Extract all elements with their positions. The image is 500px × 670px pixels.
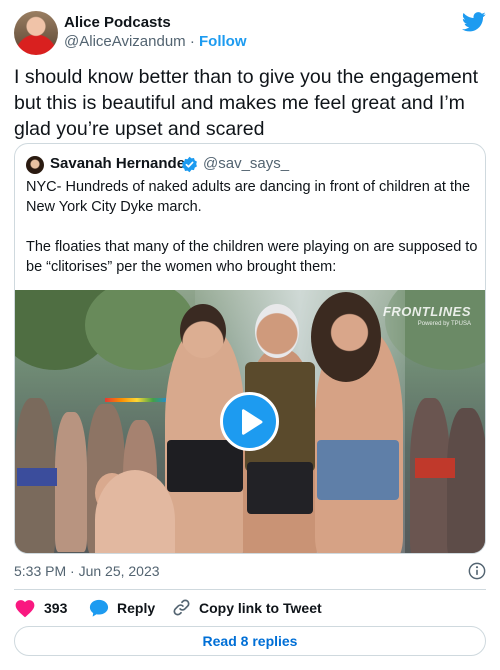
quoted-text-paragraph-2: The floaties that many of the children w… xyxy=(26,239,478,275)
author-name[interactable]: Alice Podcasts xyxy=(64,14,171,31)
read-replies-button[interactable]: Read 8 replies xyxy=(14,626,486,656)
embedded-tweet-card: Alice Podcasts @AliceAvizandum · Follow … xyxy=(0,0,500,670)
action-bar: 393 Reply Copy link to Tweet xyxy=(14,598,486,620)
crowd-clothing xyxy=(415,458,455,478)
divider xyxy=(14,589,486,590)
crowd-clothing xyxy=(17,468,57,486)
likes-count: 393 xyxy=(44,600,68,616)
info-icon[interactable] xyxy=(468,562,486,580)
tweet-timestamp[interactable]: 5:33 PM · Jun 25, 2023 xyxy=(14,563,160,579)
figure-left-head xyxy=(180,304,226,358)
quoted-author-avatar[interactable] xyxy=(26,156,44,174)
figure-left-shorts xyxy=(167,440,243,492)
author-handle[interactable]: @AliceAvizandum xyxy=(64,33,186,50)
quoted-text-paragraph-1: NYC- Hundreds of naked adults are dancin… xyxy=(26,179,471,215)
quoted-text: NYC- Hundreds of naked adults are dancin… xyxy=(26,177,478,277)
link-icon xyxy=(173,599,190,616)
watermark: FRONTLINES Powered by TPUSA xyxy=(383,304,471,327)
crowd-person xyxy=(447,408,485,553)
like-button[interactable]: 393 xyxy=(14,598,67,618)
tweet-text: I should know better than to give you th… xyxy=(14,66,478,140)
reply-label: Reply xyxy=(117,600,156,616)
crowd-person xyxy=(55,412,87,552)
watermark-title: FRONTLINES xyxy=(382,304,471,319)
verified-badge-icon xyxy=(182,156,197,173)
quoted-tweet[interactable]: Savanah Hernandez @sav_says_ NYC- Hundre… xyxy=(14,143,486,554)
separator-dot: · xyxy=(189,33,195,50)
watermark-subtitle: Powered by TPUSA xyxy=(417,321,471,327)
copy-link-button[interactable]: Copy link to Tweet xyxy=(172,598,322,617)
twitter-bird-icon[interactable] xyxy=(462,12,486,32)
quoted-author-name[interactable]: Savanah Hernandez xyxy=(50,155,193,172)
reply-bubble-icon xyxy=(89,599,109,617)
figure-middle-head xyxy=(255,304,299,358)
follow-button[interactable]: Follow xyxy=(199,33,247,50)
copy-link-label: Copy link to Tweet xyxy=(199,599,322,616)
author-avatar[interactable] xyxy=(14,11,58,55)
quoted-author-handle[interactable]: @sav_says_ xyxy=(203,155,289,172)
figure-right-head xyxy=(311,292,381,382)
heart-icon xyxy=(15,600,35,618)
video-thumbnail[interactable]: FRONTLINES Powered by TPUSA xyxy=(15,290,485,553)
figure-right-shorts xyxy=(317,440,399,500)
play-icon xyxy=(241,408,262,435)
figure-middle-shorts xyxy=(247,462,313,514)
play-button[interactable] xyxy=(220,392,279,451)
reply-button[interactable]: Reply xyxy=(89,598,155,618)
author-handle-line: @AliceAvizandum · Follow xyxy=(64,33,247,50)
